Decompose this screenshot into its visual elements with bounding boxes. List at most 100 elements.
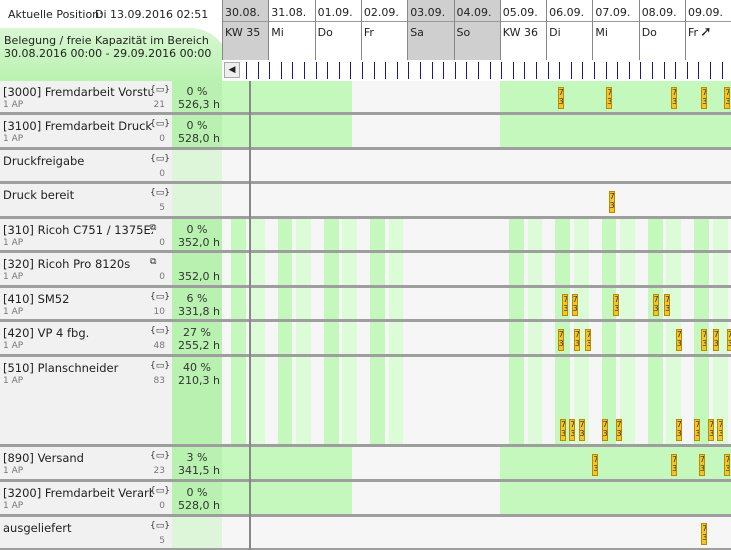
day-column[interactable]: 03.09. Sa bbox=[407, 0, 455, 60]
resource-row[interactable]: [420] VP 4 fbg. 1 AP 48 {▭} 7 37 37 37 37 37… bbox=[0, 322, 731, 357]
job-bar[interactable]: 7 3 bbox=[606, 87, 613, 109]
resource-timeline[interactable] bbox=[222, 219, 731, 253]
resource-name: [890] Versand bbox=[3, 451, 84, 465]
scroll-left-button[interactable]: ◀ bbox=[224, 62, 240, 78]
day-column[interactable]: 08.09. Do bbox=[638, 0, 686, 60]
capacity-band bbox=[296, 288, 311, 319]
resource-timeline[interactable]: 7 3 7 3 7 3 7 3 bbox=[222, 447, 731, 482]
job-bar[interactable]: 7 3 bbox=[698, 454, 705, 476]
job-bar[interactable]: 7 3 bbox=[675, 419, 682, 441]
job-bar[interactable]: 7 3 bbox=[573, 329, 580, 351]
resource-timeline[interactable]: 7 37 37 37 37 3 bbox=[222, 288, 731, 322]
job-bar[interactable]: 7 3 bbox=[557, 329, 564, 351]
resource-timeline[interactable] bbox=[222, 253, 731, 288]
resource-row[interactable]: [320] Ricoh Pro 8120s 1 AP 0 ⧉ 352,0 h bbox=[0, 253, 731, 288]
job-bar[interactable]: 7 3 bbox=[601, 419, 608, 441]
job-bar[interactable]: 7 3 bbox=[557, 87, 564, 109]
timeline-header[interactable]: 30.08. KW 35 31.08. Mi 01.09. Do 02.09. Fr 03.09… bbox=[222, 0, 731, 82]
capacity-band bbox=[231, 219, 247, 250]
resource-row[interactable]: [3000] Fremdarbeit Vorstufe 1 AP 21 {▭} 7 37… bbox=[0, 81, 731, 115]
resource-timeline[interactable] bbox=[222, 150, 731, 184]
day-column[interactable]: 07.09. Mi bbox=[592, 0, 640, 60]
job-bar[interactable]: 7 3 bbox=[664, 294, 671, 316]
resource-job-count: 5 bbox=[159, 203, 165, 213]
job-bar[interactable]: 7 3 bbox=[585, 329, 592, 351]
resource-row[interactable]: [3200] Fremdarbeit Verarb... 1 AP 0 {▭} 0 % 5… bbox=[0, 482, 731, 517]
day-column[interactable]: 30.08. KW 35 bbox=[222, 0, 270, 60]
resource-row[interactable]: [310] Ricoh C751 / 1375EXP 1 AP 0 ⧉ 0 % 352,0… bbox=[0, 219, 731, 253]
job-bar[interactable]: 7 3 bbox=[562, 294, 569, 316]
resource-label-cell[interactable]: [320] Ricoh Pro 8120s 1 AP 0 ⧉ bbox=[0, 253, 172, 288]
day-column[interactable]: 04.09. So bbox=[453, 0, 501, 60]
job-bar[interactable]: 7 3 bbox=[675, 329, 682, 351]
job-bar[interactable]: 7 3 bbox=[671, 454, 678, 476]
job-bar[interactable]: 7 3 bbox=[694, 419, 701, 441]
job-bar[interactable]: 7 3 bbox=[724, 454, 731, 476]
job-bar[interactable]: 7 3 bbox=[571, 294, 578, 316]
utilization-percent: 6 % bbox=[186, 292, 208, 305]
day-column[interactable]: 02.09. Fr bbox=[360, 0, 409, 60]
job-bar[interactable]: 7 3 bbox=[712, 329, 719, 351]
resource-row[interactable]: Druckfreigabe 0 {▭} bbox=[0, 150, 731, 184]
resource-label-cell[interactable]: [510] Planschneider 1 AP 83 {▭} bbox=[0, 357, 172, 447]
day-name: So bbox=[456, 26, 471, 39]
resource-type-icon: {▭} bbox=[150, 292, 170, 302]
capacity-band bbox=[620, 357, 635, 444]
resource-label-cell[interactable]: [310] Ricoh C751 / 1375EXP 1 AP 0 ⧉ bbox=[0, 219, 172, 253]
resource-timeline[interactable] bbox=[222, 482, 731, 517]
day-column[interactable]: 06.09. Di bbox=[546, 0, 594, 60]
capacity-band bbox=[388, 219, 404, 250]
job-bar[interactable]: 7 3 bbox=[652, 294, 659, 316]
job-bar[interactable]: 7 3 bbox=[701, 87, 708, 109]
job-bar[interactable]: 7 3 bbox=[578, 419, 585, 441]
header-divider bbox=[408, 21, 455, 22]
job-bar[interactable]: 7 3 bbox=[671, 87, 678, 109]
resource-label-cell[interactable]: ausgeliefert 5 {▭} bbox=[0, 517, 172, 550]
resource-label-cell[interactable]: Druck bereit 5 {▭} bbox=[0, 184, 172, 219]
capacity-band bbox=[370, 357, 385, 444]
resource-label-cell[interactable]: Druckfreigabe 0 {▭} bbox=[0, 150, 172, 184]
job-bar[interactable]: 7 3 bbox=[615, 419, 622, 441]
resource-timeline[interactable] bbox=[222, 115, 731, 150]
resource-timeline[interactable]: 7 3 bbox=[222, 184, 731, 219]
hour-tick bbox=[547, 62, 549, 79]
resource-row[interactable]: [410] SM52 1 AP 10 {▭} 7 37 37 37 37 36 % 331… bbox=[0, 288, 731, 322]
job-bar[interactable]: 7 3 bbox=[724, 87, 731, 109]
job-bar[interactable]: 7 3 bbox=[608, 191, 615, 213]
day-column[interactable]: 01.09. Do bbox=[314, 0, 362, 60]
resource-timeline[interactable]: 7 37 37 37 37 37 37 37 37 3 bbox=[222, 357, 731, 447]
resource-timeline[interactable]: 7 3 bbox=[222, 517, 731, 550]
job-bar[interactable]: 7 3 bbox=[559, 419, 566, 441]
resource-workplaces: 1 AP bbox=[3, 501, 24, 511]
job-bar[interactable]: 7 3 bbox=[701, 329, 708, 351]
resource-row[interactable]: Druck bereit 5 {▭} 7 3 bbox=[0, 184, 731, 219]
free-capacity-hours: 341,5 h bbox=[178, 464, 220, 477]
resource-label-cell[interactable]: [3000] Fremdarbeit Vorstufe 1 AP 21 {▭} bbox=[0, 81, 172, 115]
resource-label-cell[interactable]: [410] SM52 1 AP 10 {▭} bbox=[0, 288, 172, 322]
job-bar[interactable]: 7 3 bbox=[592, 454, 599, 476]
resource-job-count: 0 bbox=[159, 272, 165, 282]
job-bar[interactable]: 7 3 bbox=[717, 419, 724, 441]
resource-name: [410] SM52 bbox=[3, 292, 70, 306]
resource-label-cell[interactable]: [3100] Fremdarbeit Druck 1 AP 0 {▭} bbox=[0, 115, 172, 150]
job-bar[interactable]: 7 3 bbox=[613, 294, 620, 316]
hour-tick bbox=[582, 62, 584, 79]
capacity-band bbox=[509, 322, 524, 354]
hour-tick bbox=[710, 62, 711, 79]
day-column[interactable]: 05.09. KW 36 bbox=[499, 0, 548, 60]
resource-row[interactable]: [510] Planschneider 1 AP 83 {▭} 7 37 37 37 3… bbox=[0, 357, 731, 447]
job-bar[interactable]: 7 3 bbox=[726, 329, 731, 351]
resource-row[interactable]: ausgeliefert 5 {▭} 7 3 bbox=[0, 517, 731, 550]
resource-timeline[interactable]: 7 3 7 3 7 3 7 3 7 3 bbox=[222, 81, 731, 115]
resource-label-cell[interactable]: [3200] Fremdarbeit Verarb... 1 AP 0 {▭} bbox=[0, 482, 172, 517]
resource-type-icon: {▭} bbox=[150, 521, 170, 531]
resource-label-cell[interactable]: [890] Versand 1 AP 23 {▭} bbox=[0, 447, 172, 482]
day-column[interactable]: 31.08. Mi bbox=[268, 0, 316, 60]
job-bar[interactable]: 7 3 bbox=[701, 523, 708, 545]
resource-row[interactable]: [890] Versand 1 AP 23 {▭} 7 3 7 3 7 3 7 3 3 % 341… bbox=[0, 447, 731, 482]
resource-label-cell[interactable]: [420] VP 4 fbg. 1 AP 48 {▭} bbox=[0, 322, 172, 357]
job-bar[interactable]: 7 3 bbox=[569, 419, 576, 441]
job-bar[interactable]: 7 3 bbox=[708, 419, 715, 441]
resource-row[interactable]: [3100] Fremdarbeit Druck 1 AP 0 {▭} 0 % 528,0… bbox=[0, 115, 731, 150]
resource-timeline[interactable]: 7 3 7 3 7 3 7 3 7 3 7 3 7 3 bbox=[222, 322, 731, 357]
